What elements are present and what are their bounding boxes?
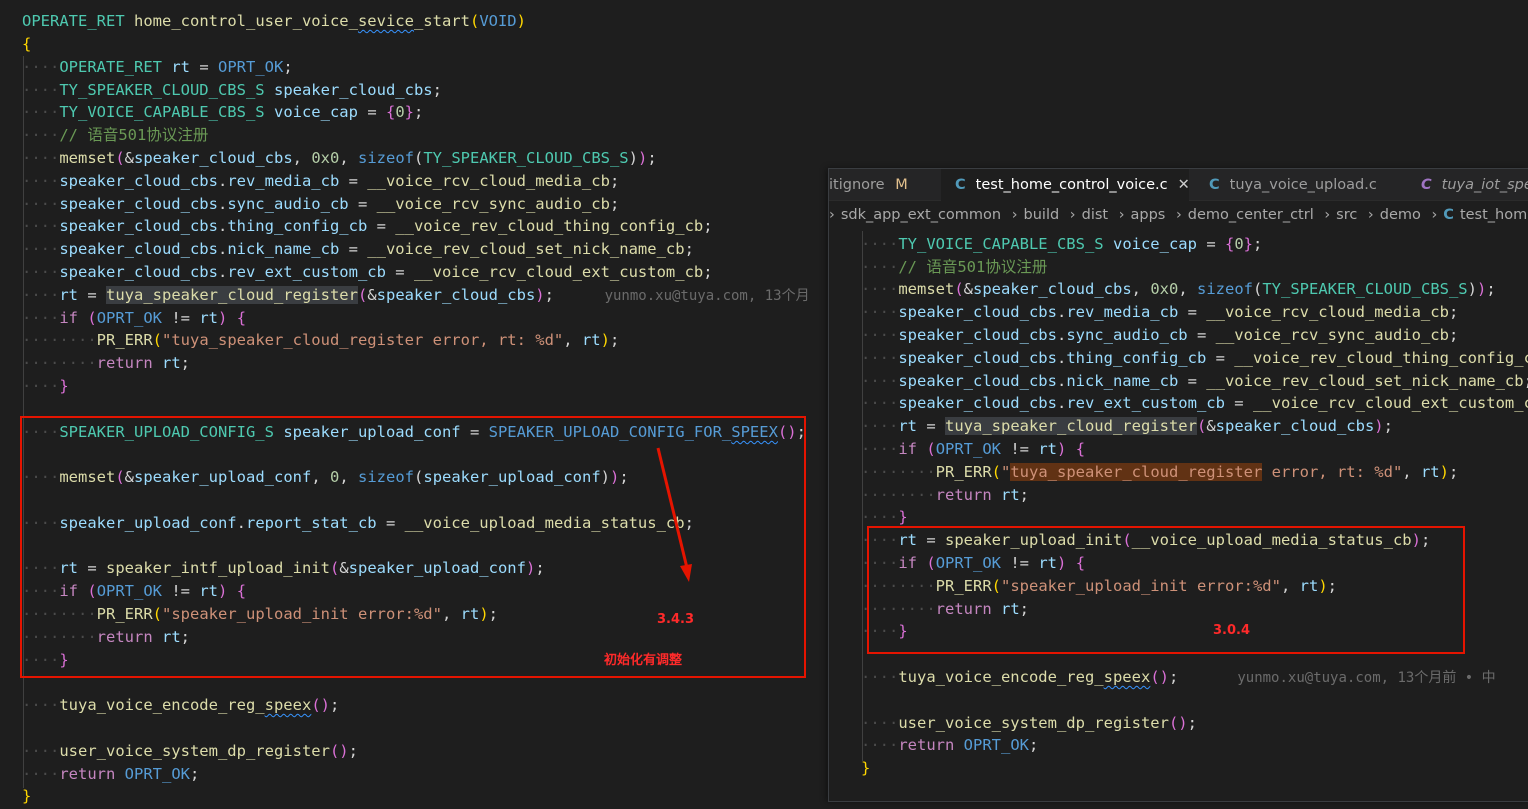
breadcrumb-item[interactable]: build xyxy=(1024,207,1060,223)
code-line: ····if (OPRT_OK != rt) { xyxy=(22,309,247,327)
code-line: ····rt = tuya_speaker_cloud_register(&sp… xyxy=(861,417,1393,435)
tab-tuya-iot-speaker[interactable]: Ctuya_iot_spea xyxy=(1407,169,1528,201)
code-line: ····speaker_cloud_cbs.nick_name_cb = __v… xyxy=(22,240,694,258)
code-line: ····} xyxy=(861,508,908,526)
code-comment: // 语音501协议注册 xyxy=(898,258,1048,276)
code-line: ····TY_VOICE_CAPABLE_CBS_S voice_cap = {… xyxy=(861,235,1263,253)
code-line: } xyxy=(22,787,32,805)
code-line: ····speaker_cloud_cbs.sync_audio_cb = __… xyxy=(861,326,1459,344)
version-annotation: 3.0.4 xyxy=(1213,623,1251,638)
tab-label: tuya_iot_spea xyxy=(1441,177,1528,193)
code-line: ····return OPRT_OK; xyxy=(861,736,1039,754)
editor-right[interactable]: itignore M Ctest_home_control_voice.c ✕ C… xyxy=(828,168,1528,802)
code-line: ····TY_SPEAKER_CLOUD_CBS_S speaker_cloud… xyxy=(22,81,442,99)
code-line: ····user_voice_system_dp_register(); xyxy=(22,742,358,760)
breadcrumb: › sdk_app_ext_common › build › dist › apps ›… xyxy=(829,202,1528,228)
code-line: ····} xyxy=(22,377,69,395)
breadcrumb-item[interactable]: demo xyxy=(1380,207,1421,223)
highlight-box xyxy=(20,416,806,678)
code-line: ····speaker_cloud_cbs.rev_ext_custom_cb … xyxy=(861,394,1528,412)
tab-tuya-voice-upload[interactable]: Ctuya_voice_upload.c xyxy=(1193,169,1403,201)
code-token: VOID xyxy=(479,12,517,30)
code-line: ····memset(&speaker_cloud_cbs, 0x0, size… xyxy=(861,280,1496,298)
code-line: ········return rt; xyxy=(861,486,1030,504)
code-line: ····memset(&speaker_cloud_cbs, 0x0, size… xyxy=(22,149,657,167)
code-token: _start xyxy=(413,12,470,30)
code-line: ····// 语音501协议注册 xyxy=(861,258,1048,276)
code-line: ····tuya_voice_encode_reg_speex(); yunmo… xyxy=(861,668,1496,686)
breadcrumb-item[interactable]: test_home_cont xyxy=(1460,207,1528,223)
breadcrumb-item[interactable]: sdk_app_ext_common xyxy=(841,207,1001,223)
code-line: ····speaker_cloud_cbs.rev_media_cb = __v… xyxy=(22,172,620,190)
code-line: ····TY_VOICE_CAPABLE_CBS_S voice_cap = {… xyxy=(22,103,424,121)
c-file-icon: C xyxy=(1209,177,1220,193)
code-line: ····speaker_cloud_cbs.thing_config_cb = … xyxy=(861,349,1528,367)
code-line: ········PR_ERR("tuya_speaker_cloud_regis… xyxy=(22,331,620,349)
close-icon[interactable]: ✕ xyxy=(1178,177,1190,193)
c-file-icon: C xyxy=(955,177,966,193)
code-token: sevice xyxy=(357,12,414,30)
tab-label: test_home_control_voice.c xyxy=(975,177,1168,193)
git-blame-annotation: yunmo.xu@tuya.com, 13个月前 • 中 xyxy=(1237,670,1496,686)
tab-test-home-control-voice[interactable]: Ctest_home_control_voice.c ✕ xyxy=(941,169,1190,201)
code-line: { xyxy=(22,35,32,53)
code-line: ····// 语音501协议注册 xyxy=(22,126,209,144)
code-line: ····if (OPRT_OK != rt) { xyxy=(861,440,1086,458)
breadcrumb-item[interactable]: apps xyxy=(1131,207,1166,223)
code-comment: // 语音501协议注册 xyxy=(59,126,209,144)
code-line: ····user_voice_system_dp_register(); xyxy=(861,714,1197,732)
code-line: ········PR_ERR("tuya_speaker_cloud_regis… xyxy=(861,463,1459,481)
code-token: home_control_user_voice_ xyxy=(134,12,358,30)
tab-label: tuya_voice_upload.c xyxy=(1229,177,1377,193)
code-line: ····speaker_cloud_cbs.rev_ext_custom_cb … xyxy=(22,263,713,281)
code-line: ····speaker_cloud_cbs.sync_audio_cb = __… xyxy=(22,195,620,213)
code-line: ····OPERATE_RET rt = OPRT_OK; xyxy=(22,58,293,76)
modified-badge: M xyxy=(895,177,908,193)
code-line: ····speaker_cloud_cbs.rev_media_cb = __v… xyxy=(861,303,1459,321)
code-line: } xyxy=(861,759,871,777)
tab-label: itignore xyxy=(829,177,885,193)
code-string: "tuya_speaker_cloud_register error, rt: … xyxy=(162,331,564,349)
c-file-icon: C xyxy=(1443,207,1454,223)
git-blame-annotation: yunmo.xu@tuya.com, 13个月 xyxy=(604,288,810,304)
code-line: ····rt = tuya_speaker_cloud_register(&sp… xyxy=(22,286,810,304)
code-line: ····speaker_cloud_cbs.nick_name_cb = __v… xyxy=(861,372,1528,390)
change-note-annotation: 初始化有调整 xyxy=(604,653,683,668)
code-line: ····tuya_voice_encode_reg_speex(); xyxy=(22,696,340,714)
tab-bar: itignore M Ctest_home_control_voice.c ✕ C… xyxy=(829,169,1528,201)
code-line: ········return rt; xyxy=(22,354,191,372)
breadcrumb-item[interactable]: dist xyxy=(1082,207,1108,223)
code-line: OPERATE_RET home_control_user_voice_sevi… xyxy=(22,12,526,30)
highlight-box xyxy=(867,526,1465,654)
code-line: ····speaker_cloud_cbs.thing_config_cb = … xyxy=(22,217,713,235)
code-token: OPERATE_RET xyxy=(22,12,125,30)
c-file-icon: C xyxy=(1421,177,1432,193)
tab-gitignore[interactable]: itignore M xyxy=(829,169,939,201)
breadcrumb-item[interactable]: src xyxy=(1336,207,1357,223)
breadcrumb-item[interactable]: demo_center_ctrl xyxy=(1188,207,1314,223)
code-line: ····return OPRT_OK; xyxy=(22,765,200,783)
version-annotation: 3.4.3 xyxy=(657,612,695,627)
